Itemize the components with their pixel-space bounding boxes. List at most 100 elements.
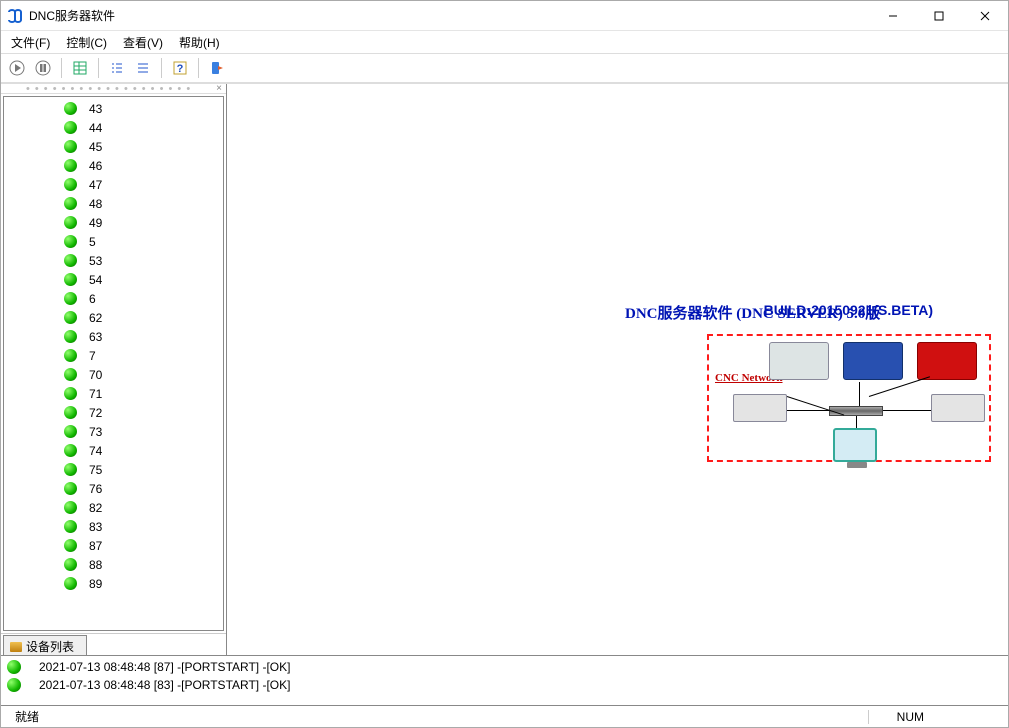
status-dot-icon — [64, 178, 77, 191]
device-label: 46 — [89, 159, 102, 173]
device-tree-item[interactable]: 46 — [4, 156, 223, 175]
status-dot-icon — [7, 660, 21, 674]
device-tree-item[interactable]: 53 — [4, 251, 223, 270]
device-tree-item[interactable]: 43 — [4, 99, 223, 118]
device-tree-item[interactable]: 47 — [4, 175, 223, 194]
panel-grip[interactable]: • • • • • • • • • • • • • • • • • • • × — [1, 84, 226, 94]
device-tree-item[interactable]: 71 — [4, 384, 223, 403]
dnc-server-icon — [833, 428, 877, 462]
device-tree-item[interactable]: 72 — [4, 403, 223, 422]
device-label: 45 — [89, 140, 102, 154]
device-tree-item[interactable]: 89 — [4, 574, 223, 593]
device-tree-item[interactable]: 49 — [4, 213, 223, 232]
client-pc-icon — [805, 522, 849, 556]
status-dot-icon — [64, 558, 77, 571]
toolbar-separator — [61, 58, 62, 78]
status-dot-icon — [64, 577, 77, 590]
device-tree-item[interactable]: 54 — [4, 270, 223, 289]
menu-file[interactable]: 文件(F) — [3, 32, 58, 53]
log-text: 2021-07-13 08:48:48 [87] -[PORTSTART] -[… — [39, 660, 290, 674]
device-label: 62 — [89, 311, 102, 325]
device-tree-item[interactable]: 76 — [4, 479, 223, 498]
sidebar-tabbar: 设备列表 — [1, 633, 226, 655]
device-tree-item[interactable]: 83 — [4, 517, 223, 536]
tab-label: 设备列表 — [26, 638, 74, 655]
device-label: 73 — [89, 425, 102, 439]
client-pc-icon — [863, 522, 907, 556]
list-left-button[interactable] — [105, 56, 129, 80]
device-tree-item[interactable]: 44 — [4, 118, 223, 137]
device-tree-item[interactable]: 7 — [4, 346, 223, 365]
device-label: 88 — [89, 558, 102, 572]
status-dot-icon — [64, 197, 77, 210]
client-pc-icon — [747, 522, 791, 556]
status-dot-icon — [64, 159, 77, 172]
tab-device-list[interactable]: 设备列表 — [3, 635, 87, 655]
device-tree-item[interactable]: 74 — [4, 441, 223, 460]
status-dot-icon — [64, 273, 77, 286]
switch-icon — [829, 406, 883, 416]
status-ready: 就绪 — [7, 708, 47, 725]
device-label: 89 — [89, 577, 102, 591]
device-label: 82 — [89, 501, 102, 515]
device-label: 75 — [89, 463, 102, 477]
list-right-button[interactable] — [131, 56, 155, 80]
menu-help[interactable]: 帮助(H) — [171, 32, 228, 53]
device-label: 63 — [89, 330, 102, 344]
panel-close-icon[interactable]: × — [216, 83, 222, 94]
device-label: 44 — [89, 121, 102, 135]
device-label: 47 — [89, 178, 102, 192]
device-tree-item[interactable]: 73 — [4, 422, 223, 441]
device-tree[interactable]: 43 44 45 46 47 4849 5 5354 6 62 63 7 7071 72 73 74 75 76 8… — [3, 96, 224, 631]
device-tree-item[interactable]: 6 — [4, 289, 223, 308]
grid-button[interactable] — [68, 56, 92, 80]
minimize-button[interactable] — [870, 1, 916, 31]
toolbar-separator — [198, 58, 199, 78]
device-tree-item[interactable]: 5 — [4, 232, 223, 251]
device-tree-item[interactable]: 62 — [4, 308, 223, 327]
pause-button[interactable] — [31, 56, 55, 80]
status-dot-icon — [64, 311, 77, 324]
status-dot-icon — [64, 463, 77, 476]
device-tree-item[interactable]: 87 — [4, 536, 223, 555]
device-tree-item[interactable]: 45 — [4, 137, 223, 156]
device-tree-item[interactable]: 75 — [4, 460, 223, 479]
maximize-button[interactable] — [916, 1, 962, 31]
folder-icon — [10, 642, 22, 652]
device-tree-item[interactable]: 48 — [4, 194, 223, 213]
log-panel: 2021-07-13 08:48:48 [87] -[PORTSTART] -[… — [1, 655, 1008, 705]
device-label: 7 — [89, 349, 96, 363]
status-dot-icon — [64, 425, 77, 438]
device-label: 74 — [89, 444, 102, 458]
network-diagram: CNC Network DNC Server Intra — [707, 334, 1008, 594]
play-button[interactable] — [5, 56, 29, 80]
toolbar-separator — [161, 58, 162, 78]
device-label: 6 — [89, 292, 96, 306]
device-label: 43 — [89, 102, 102, 116]
status-dot-icon — [64, 501, 77, 514]
exit-button[interactable] — [205, 56, 229, 80]
status-dot-icon — [64, 121, 77, 134]
device-label: 76 — [89, 482, 102, 496]
status-dot-icon — [64, 539, 77, 552]
status-dot-icon — [64, 520, 77, 533]
menubar: 文件(F) 控制(C) 查看(V) 帮助(H) — [1, 31, 1008, 53]
device-tree-item[interactable]: 63 — [4, 327, 223, 346]
device-tree-item[interactable]: 70 — [4, 365, 223, 384]
device-label: 87 — [89, 539, 102, 553]
device-tree-item[interactable]: 82 — [4, 498, 223, 517]
help-icon-button[interactable]: ? — [168, 56, 192, 80]
device-label: 72 — [89, 406, 102, 420]
status-dot-icon — [64, 368, 77, 381]
status-dot-icon — [64, 330, 77, 343]
status-dot-icon — [64, 235, 77, 248]
toolbar: ? — [1, 53, 1008, 83]
device-tree-item[interactable]: 88 — [4, 555, 223, 574]
status-dot-icon — [64, 292, 77, 305]
close-button[interactable] — [962, 1, 1008, 31]
device-label: 5 — [89, 235, 96, 249]
menu-view[interactable]: 查看(V) — [115, 32, 171, 53]
menu-control[interactable]: 控制(C) — [58, 32, 115, 53]
log-row: 2021-07-13 08:48:48 [87] -[PORTSTART] -[… — [7, 658, 1002, 676]
status-dot-icon — [64, 216, 77, 229]
